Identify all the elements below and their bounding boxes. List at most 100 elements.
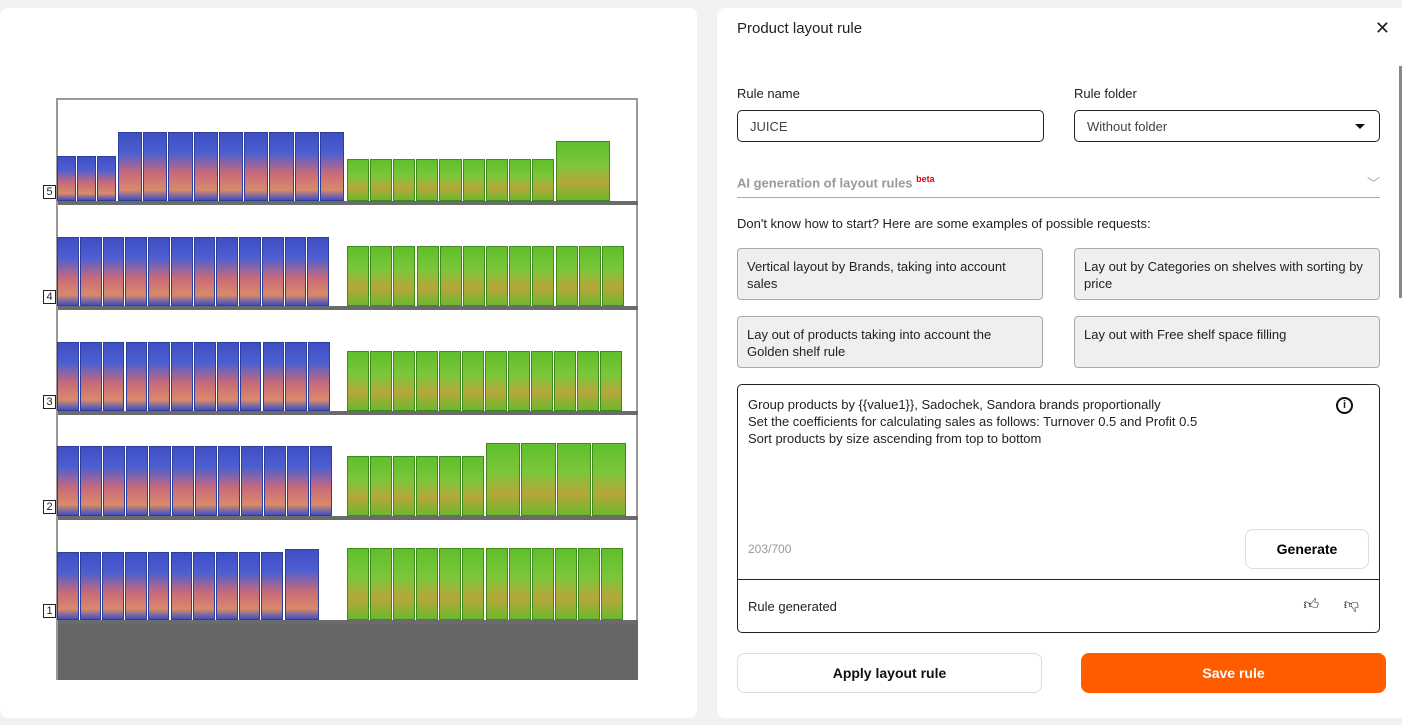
product-facing[interactable]	[284, 237, 307, 306]
product-facing[interactable]	[393, 246, 416, 306]
product-facing[interactable]	[416, 548, 439, 620]
product-facing[interactable]	[347, 351, 369, 411]
product-facing[interactable]	[143, 132, 168, 201]
product-facing[interactable]	[347, 548, 370, 620]
product-facing[interactable]	[462, 159, 485, 201]
product-facing[interactable]	[393, 548, 416, 620]
product-facing[interactable]	[521, 443, 556, 516]
close-icon[interactable]: ✕	[1375, 18, 1390, 39]
product-facing[interactable]	[485, 351, 507, 411]
product-facing[interactable]	[216, 237, 238, 306]
product-facing[interactable]	[195, 446, 217, 516]
product-facing[interactable]	[80, 446, 102, 516]
product-facing[interactable]	[393, 456, 415, 516]
product-facing[interactable]	[57, 552, 79, 620]
product-facing[interactable]	[485, 548, 508, 620]
product-facing[interactable]	[57, 156, 76, 201]
product-facing[interactable]	[416, 159, 439, 201]
rule-folder-select[interactable]: Without folder	[1074, 110, 1380, 142]
example-chip[interactable]: Vertical layout by Brands, taking into a…	[737, 248, 1043, 300]
product-facing[interactable]	[416, 351, 438, 411]
product-facing[interactable]	[462, 548, 485, 620]
product-facing[interactable]	[556, 141, 610, 201]
product-facing[interactable]	[531, 351, 553, 411]
prompt-textarea[interactable]: Group products by {{value1}}, Sadochek, …	[748, 396, 1197, 447]
product-facing[interactable]	[261, 552, 283, 620]
product-facing[interactable]	[269, 132, 294, 201]
product-facing[interactable]	[307, 237, 329, 306]
product-facing[interactable]	[439, 159, 462, 201]
product-facing[interactable]	[462, 456, 484, 516]
product-facing[interactable]	[193, 132, 218, 201]
product-facing[interactable]	[554, 548, 577, 620]
product-facing[interactable]	[416, 456, 438, 516]
product-facing[interactable]	[79, 552, 102, 620]
product-facing[interactable]	[244, 132, 269, 201]
product-facing[interactable]	[262, 342, 285, 411]
apply-layout-rule-button[interactable]: Apply layout rule	[737, 653, 1042, 693]
product-facing[interactable]	[193, 552, 215, 620]
product-facing[interactable]	[439, 456, 461, 516]
product-facing[interactable]	[239, 342, 262, 411]
product-facing[interactable]	[347, 246, 370, 306]
product-facing[interactable]	[310, 446, 332, 516]
rule-name-input[interactable]: JUICE	[737, 110, 1044, 142]
product-facing[interactable]	[486, 443, 521, 516]
example-chip[interactable]: Lay out with Free shelf space filling	[1074, 316, 1380, 368]
product-facing[interactable]	[148, 342, 171, 411]
product-facing[interactable]	[172, 446, 194, 516]
product-facing[interactable]	[439, 246, 462, 306]
product-facing[interactable]	[486, 246, 509, 306]
example-chip[interactable]: Lay out by Categories on shelves with so…	[1074, 248, 1380, 300]
product-facing[interactable]	[439, 548, 462, 620]
product-facing[interactable]	[294, 132, 319, 201]
thumbs-up-icon[interactable]: 👍︎	[1303, 596, 1319, 614]
product-facing[interactable]	[102, 237, 125, 306]
product-facing[interactable]	[554, 351, 576, 411]
product-facing[interactable]	[168, 132, 193, 201]
product-facing[interactable]	[532, 246, 555, 306]
product-facing[interactable]	[578, 246, 601, 306]
product-facing[interactable]	[308, 342, 330, 411]
product-facing[interactable]	[149, 446, 171, 516]
product-facing[interactable]	[508, 548, 531, 620]
product-facing[interactable]	[218, 446, 240, 516]
product-facing[interactable]	[393, 159, 416, 201]
product-facing[interactable]	[103, 446, 125, 516]
product-facing[interactable]	[601, 246, 624, 306]
product-facing[interactable]	[556, 443, 591, 516]
product-facing[interactable]	[241, 446, 263, 516]
product-facing[interactable]	[57, 342, 79, 411]
product-facing[interactable]	[239, 237, 261, 306]
product-facing[interactable]	[194, 342, 216, 411]
product-facing[interactable]	[218, 132, 244, 201]
product-facing[interactable]	[118, 132, 143, 201]
product-facing[interactable]	[57, 237, 79, 306]
chevron-down-icon[interactable]: ﹀	[1367, 173, 1380, 192]
product-facing[interactable]	[319, 132, 344, 201]
product-facing[interactable]	[347, 159, 370, 201]
product-facing[interactable]	[170, 237, 193, 306]
product-facing[interactable]	[79, 342, 102, 411]
product-facing[interactable]	[285, 342, 308, 411]
product-facing[interactable]	[370, 159, 393, 201]
product-facing[interactable]	[148, 237, 170, 306]
product-facing[interactable]	[347, 456, 369, 516]
product-facing[interactable]	[577, 548, 600, 620]
product-facing[interactable]	[170, 552, 193, 620]
product-facing[interactable]	[287, 446, 309, 516]
product-facing[interactable]	[462, 351, 484, 411]
product-facing[interactable]	[370, 246, 393, 306]
product-facing[interactable]	[125, 552, 147, 620]
product-facing[interactable]	[215, 552, 238, 620]
product-facing[interactable]	[462, 246, 485, 306]
product-facing[interactable]	[591, 443, 626, 516]
example-chip[interactable]: Lay out of products taking into account …	[737, 316, 1043, 368]
product-facing[interactable]	[600, 548, 623, 620]
product-facing[interactable]	[77, 156, 96, 201]
product-facing[interactable]	[370, 351, 392, 411]
product-facing[interactable]	[102, 552, 125, 620]
product-facing[interactable]	[264, 446, 286, 516]
product-facing[interactable]	[125, 237, 147, 306]
product-facing[interactable]	[193, 237, 216, 306]
